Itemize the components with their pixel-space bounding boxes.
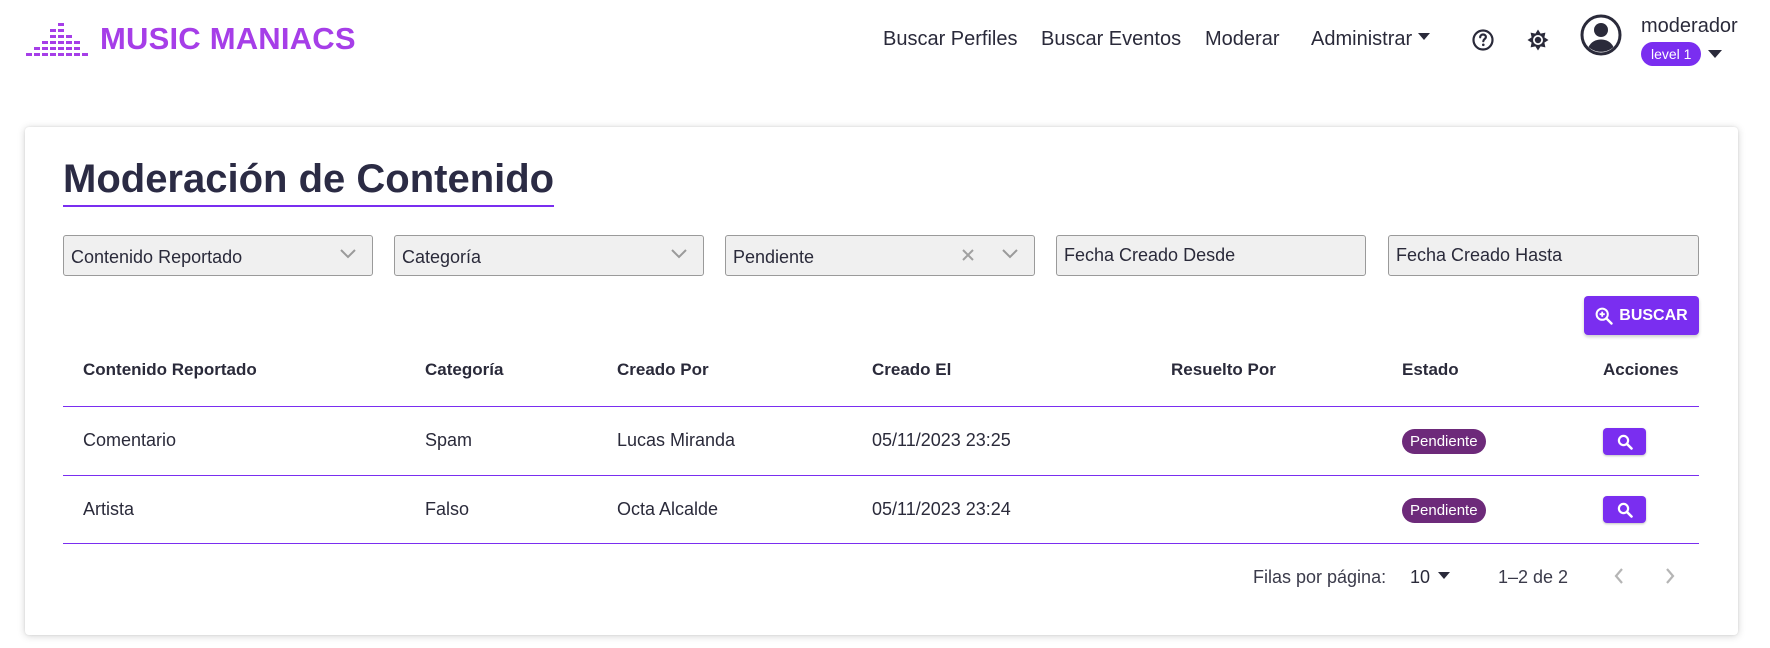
cell-created-by: Octa Alcalde (617, 499, 719, 519)
previous-page-button[interactable] (1604, 561, 1634, 591)
brand[interactable]: MUSIC MANIACS (26, 19, 356, 59)
status-select[interactable]: Pendiente (725, 235, 1035, 276)
brand-name: MUSIC MANIACS (100, 21, 356, 56)
chevron-down-icon (1438, 571, 1451, 579)
cell-created-at: 05/11/2023 23:25 (872, 430, 1011, 450)
level-badge: level 1 (1641, 42, 1702, 66)
rows-per-page-select[interactable]: 10 (1410, 567, 1451, 588)
clear-icon[interactable] (960, 247, 976, 263)
chevron-down-icon (340, 249, 356, 259)
nav-moderar[interactable]: Moderar (1205, 28, 1279, 51)
page-title: Moderación de Contenido (63, 157, 555, 207)
username: moderador (1641, 15, 1738, 37)
cell-content: Comentario (83, 430, 177, 450)
top-navbar: MUSIC MANIACS Buscar Perfiles Buscar Eve… (0, 0, 1770, 84)
cell-created-by: Lucas Miranda (617, 430, 736, 450)
zoom-in-icon (1595, 307, 1613, 325)
chevron-left-icon (1614, 568, 1623, 584)
col-categoria[interactable]: Categoría (425, 360, 503, 380)
moderation-card: Moderación de Contenido Contenido Report… (25, 127, 1738, 635)
nav-buscar-eventos[interactable]: Buscar Eventos (1041, 28, 1181, 51)
search-icon (1617, 502, 1633, 518)
nav-buscar-perfiles[interactable]: Buscar Perfiles (883, 28, 1018, 51)
col-creado-por[interactable]: Creado Por (617, 360, 709, 380)
search-button[interactable]: BUSCAR (1584, 296, 1699, 335)
chevron-down-icon[interactable] (1708, 50, 1722, 58)
col-creado-el[interactable]: Creado El (872, 360, 951, 380)
chevron-down-icon (1418, 33, 1431, 41)
help-circle-icon (1472, 29, 1494, 51)
nav-administrar-dropdown[interactable]: Administrar (1311, 28, 1431, 51)
date-from-placeholder: Fecha Creado Desde (1064, 245, 1236, 265)
col-acciones: Acciones (1603, 360, 1679, 379)
view-report-button[interactable] (1603, 428, 1646, 455)
chevron-right-icon (1666, 568, 1675, 584)
equalizer-logo-icon (26, 23, 88, 56)
cell-content: Artista (83, 499, 135, 519)
category-select-value: Categoría (402, 247, 482, 267)
cell-created-at: 05/11/2023 23:24 (872, 499, 1011, 519)
sun-brightness-icon (1527, 29, 1549, 51)
cell-category: Spam (425, 430, 473, 450)
date-to-placeholder: Fecha Creado Hasta (1396, 245, 1563, 265)
table-divider (63, 475, 1699, 476)
search-button-label: BUSCAR (1619, 306, 1688, 324)
chevron-down-icon (671, 249, 687, 259)
theme-toggle-button[interactable] (1524, 26, 1552, 54)
rows-per-page-label: Filas por página: (1253, 567, 1387, 587)
account-circle-icon (1580, 14, 1622, 56)
reported-content-select-value: Contenido Reportado (71, 247, 243, 267)
col-contenido-reportado[interactable]: Contenido Reportado (83, 360, 257, 380)
cell-category: Falso (425, 499, 470, 519)
col-resuelto-por[interactable]: Resuelto Por (1171, 360, 1276, 380)
reported-content-select[interactable]: Contenido Reportado (63, 235, 373, 276)
table-divider (63, 543, 1699, 544)
pagination-range: 1–2 de 2 (1498, 567, 1569, 587)
category-select[interactable]: Categoría (394, 235, 704, 276)
status-badge: Pendiente (1402, 429, 1486, 454)
help-button[interactable] (1469, 26, 1497, 54)
view-report-button[interactable] (1603, 496, 1646, 523)
table-divider (63, 406, 1699, 407)
rows-per-page-value: 10 (1410, 567, 1431, 587)
status-select-value: Pendiente (733, 247, 815, 267)
date-to-input[interactable]: Fecha Creado Hasta (1388, 235, 1699, 276)
search-icon (1617, 434, 1633, 450)
next-page-button[interactable] (1655, 561, 1685, 591)
chevron-down-icon (1002, 249, 1018, 259)
col-estado[interactable]: Estado (1402, 360, 1459, 380)
date-from-input[interactable]: Fecha Creado Desde (1056, 235, 1366, 276)
nav-administrar-label: Administrar (1311, 28, 1413, 50)
status-badge: Pendiente (1402, 498, 1486, 523)
